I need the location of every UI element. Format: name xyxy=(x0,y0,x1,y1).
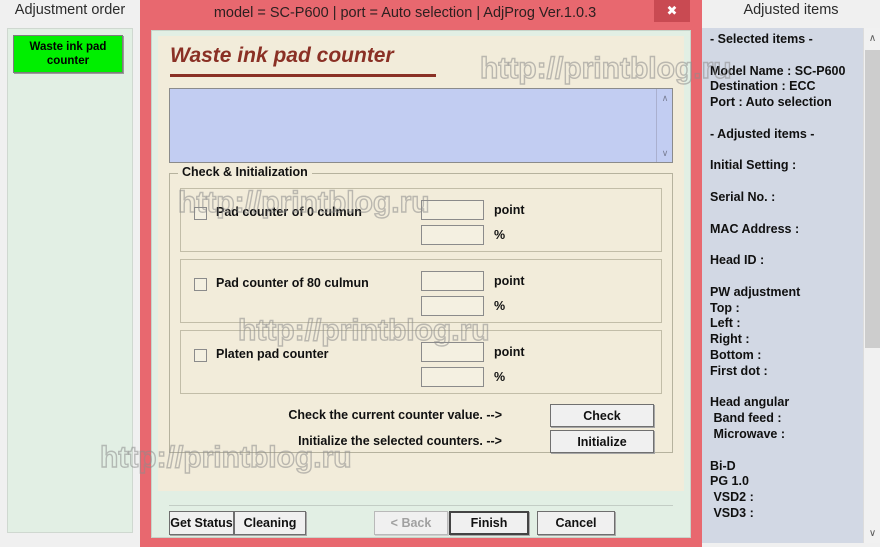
close-icon[interactable]: ✖ xyxy=(654,0,690,22)
check-action-label: Check the current counter value. --> xyxy=(288,408,502,422)
initialize-action-label: Initialize the selected counters. --> xyxy=(298,434,502,448)
log-scrollbar[interactable]: ∧ ∨ xyxy=(656,89,672,162)
table-row: Platen pad counter point % xyxy=(180,330,662,394)
row-label: Pad counter of 0 culmun xyxy=(216,205,362,219)
initialize-button[interactable]: Initialize xyxy=(550,430,654,453)
dialog-titlebar: model = SC-P600 | port = Auto selection … xyxy=(140,0,702,30)
row-label: Pad counter of 80 culmun xyxy=(216,276,369,290)
page-title: Waste ink pad counter xyxy=(170,44,394,67)
table-row: Pad counter of 80 culmun point % xyxy=(180,259,662,323)
get-status-button[interactable]: Get Status xyxy=(169,511,234,535)
adjusted-items-list: - Selected items - Model Name : SC-P600 … xyxy=(702,28,880,543)
pad-counter-0-percent-input[interactable] xyxy=(421,225,484,245)
dialog-title: model = SC-P600 | port = Auto selection … xyxy=(213,5,597,21)
chevron-down-icon[interactable]: ∨ xyxy=(657,146,673,160)
adjusted-items-body: - Selected items - Model Name : SC-P600 … xyxy=(710,32,846,520)
adjusted-items-panel: Adjusted items - Selected items - Model … xyxy=(702,0,880,547)
adjustment-order-title: Adjustment order xyxy=(14,2,126,18)
unit-label-percent: % xyxy=(494,228,506,242)
scrollbar-thumb[interactable] xyxy=(865,50,880,348)
pad-counter-0-point-input[interactable] xyxy=(421,200,484,220)
back-button: < Back xyxy=(374,511,448,535)
adjusted-items-scrollbar[interactable]: ∧ ∨ xyxy=(863,28,880,543)
table-row: Pad counter of 0 culmun point % xyxy=(180,188,662,252)
chevron-up-icon[interactable]: ∧ xyxy=(864,28,880,48)
log-textarea[interactable]: ∧ ∨ xyxy=(169,88,673,163)
checkbox-pad-counter-0[interactable] xyxy=(194,207,207,220)
adjprog-dialog: model = SC-P600 | port = Auto selection … xyxy=(140,0,702,547)
app-window: Adjustment order Waste ink pad counter m… xyxy=(0,0,880,547)
cancel-button[interactable]: Cancel xyxy=(537,511,615,535)
check-and-initialization-group: Check & Initialization Pad counter of 0 … xyxy=(169,165,673,456)
pad-counter-80-point-input[interactable] xyxy=(421,271,484,291)
platen-pad-point-input[interactable] xyxy=(421,342,484,362)
initialize-action-row: Initialize the selected counters. --> In… xyxy=(180,430,662,456)
cleaning-button[interactable]: Cleaning xyxy=(234,511,306,535)
check-action-row: Check the current counter value. --> Che… xyxy=(180,404,662,430)
checkbox-pad-counter-80[interactable] xyxy=(194,278,207,291)
page-title-underline xyxy=(170,74,436,77)
dialog-body: Waste ink pad counter ∧ ∨ Check & Initia… xyxy=(151,30,691,538)
pad-counter-80-percent-input[interactable] xyxy=(421,296,484,316)
sidebar-item-waste-ink-pad-counter[interactable]: Waste ink pad counter xyxy=(13,35,123,73)
checkbox-platen-pad-counter[interactable] xyxy=(194,349,207,362)
unit-label-percent: % xyxy=(494,299,506,313)
divider xyxy=(169,505,673,506)
check-button[interactable]: Check xyxy=(550,404,654,427)
unit-label-percent: % xyxy=(494,370,506,384)
chevron-up-icon[interactable]: ∧ xyxy=(657,91,673,105)
adjusted-items-title: Adjusted items xyxy=(743,2,839,18)
group-legend: Check & Initialization xyxy=(178,165,312,179)
platen-pad-percent-input[interactable] xyxy=(421,367,484,387)
adjustment-order-list: Waste ink pad counter xyxy=(7,28,133,533)
unit-label-point: point xyxy=(494,203,525,217)
finish-button[interactable]: Finish xyxy=(449,511,529,535)
adjustment-order-panel: Adjustment order Waste ink pad counter xyxy=(0,0,140,547)
waste-ink-pad-page: Waste ink pad counter ∧ ∨ Check & Initia… xyxy=(158,36,684,491)
row-label: Platen pad counter xyxy=(216,347,329,361)
chevron-down-icon[interactable]: ∨ xyxy=(864,523,880,543)
unit-label-point: point xyxy=(494,345,525,359)
unit-label-point: point xyxy=(494,274,525,288)
